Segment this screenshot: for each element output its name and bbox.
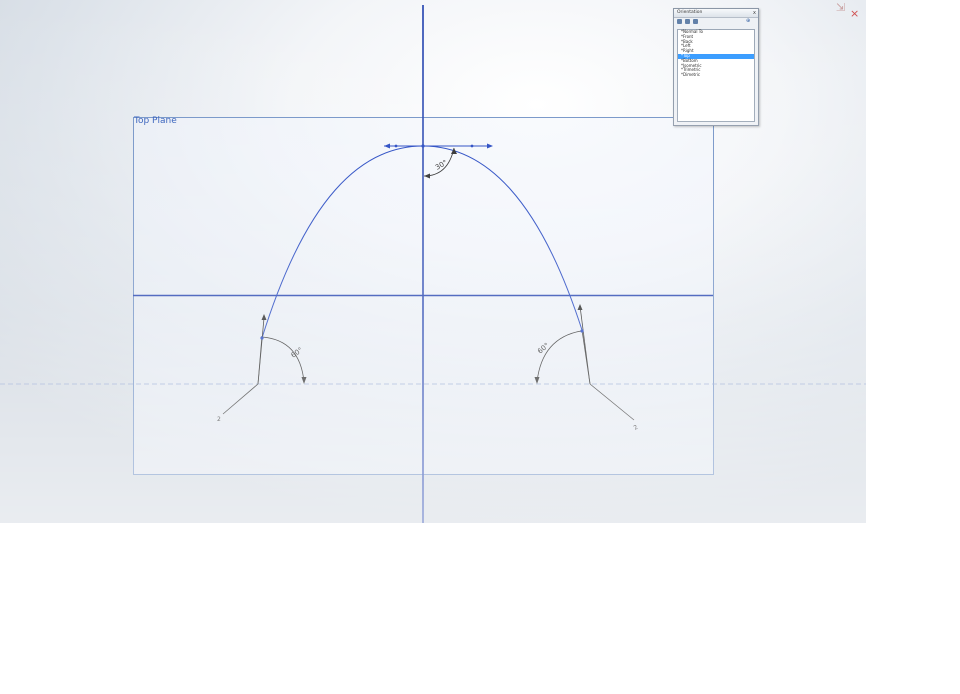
left-tag-label[interactable]: 2 <box>217 416 221 423</box>
close-icon[interactable]: × <box>850 7 859 20</box>
orientation-title-bar[interactable]: Orientation x <box>674 9 758 18</box>
orientation-dialog[interactable]: Orientation x ⊕ *Normal To *Front *Back *Le… <box>673 8 759 126</box>
corner-controls: ⇲ × <box>834 1 862 23</box>
plane-label[interactable]: Top Plane <box>134 116 177 126</box>
close-icon[interactable]: x <box>753 9 756 17</box>
restore-icon[interactable]: ⇲ <box>836 1 845 14</box>
orientation-list-item[interactable]: *Dimetric <box>678 72 754 78</box>
right-endpoint[interactable] <box>580 329 584 333</box>
graphics-viewport[interactable]: 30° 60° 2 60° 2 Top Plane ⇲ × Orientatio… <box>0 0 866 523</box>
vertex-point[interactable] <box>421 144 425 148</box>
orientation-title: Orientation <box>677 10 703 15</box>
new-view-icon[interactable] <box>677 19 682 24</box>
handle-point-right[interactable] <box>470 144 474 148</box>
left-endpoint[interactable] <box>260 336 264 340</box>
reset-views-icon[interactable] <box>693 19 698 24</box>
orientation-toolbar: ⊕ <box>674 18 758 26</box>
update-view-icon[interactable] <box>685 19 690 24</box>
orientation-list[interactable]: *Normal To *Front *Back *Left *Right *Top *Bot… <box>677 29 755 122</box>
handle-point-left[interactable] <box>394 144 398 148</box>
pin-icon[interactable]: ⊕ <box>746 18 751 24</box>
